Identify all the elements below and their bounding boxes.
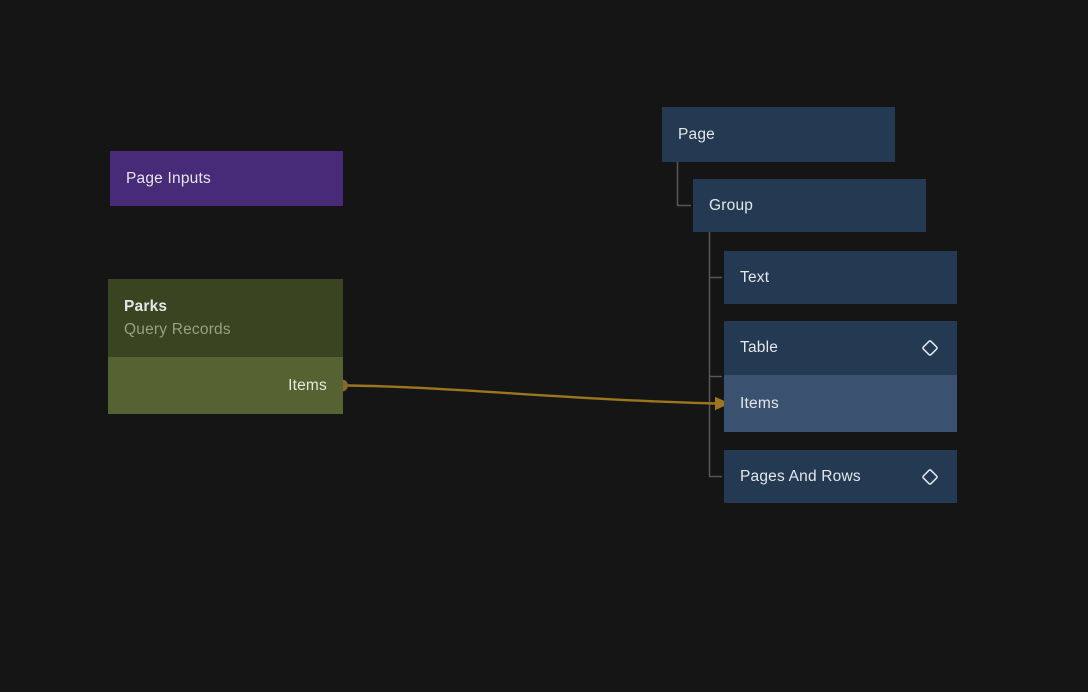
diamond-icon <box>919 337 941 359</box>
tree-line-group-children <box>710 232 723 477</box>
tree-node-text-label: Text <box>740 269 769 287</box>
tree-node-table-items-label: Items <box>740 395 779 413</box>
tree-node-table-label: Table <box>740 339 778 357</box>
tree-node-page-label: Page <box>678 126 715 144</box>
connection-arrow <box>336 380 730 411</box>
node-page-inputs[interactable]: Page Inputs <box>110 151 343 206</box>
node-page-inputs-label: Page Inputs <box>126 170 211 188</box>
tree-node-group[interactable]: Group <box>693 179 926 232</box>
diamond-icon <box>919 466 941 488</box>
output-port-label: Items <box>288 377 327 395</box>
tree-node-table-items-row[interactable]: Items <box>724 375 957 432</box>
connection-arrow-path <box>348 386 716 404</box>
tree-line-page-group <box>678 162 692 206</box>
node-parks-output-row[interactable]: Items <box>108 357 343 414</box>
flow-canvas[interactable]: Page Inputs Parks Query Records Items Pa… <box>0 0 1088 692</box>
tree-node-pages-and-rows[interactable]: Pages And Rows <box>724 450 957 503</box>
tree-node-text[interactable]: Text <box>724 251 957 304</box>
node-parks-header[interactable]: Parks Query Records <box>108 279 343 357</box>
tree-node-pages-and-rows-label: Pages And Rows <box>740 468 861 486</box>
tree-node-table-header[interactable]: Table <box>724 321 957 375</box>
tree-node-group-label: Group <box>709 197 753 215</box>
node-parks[interactable]: Parks Query Records Items <box>108 279 343 414</box>
node-parks-title: Parks <box>124 295 327 318</box>
tree-node-table[interactable]: Table Items <box>724 321 957 432</box>
tree-node-page[interactable]: Page <box>662 107 895 162</box>
node-parks-subtitle: Query Records <box>124 318 327 341</box>
